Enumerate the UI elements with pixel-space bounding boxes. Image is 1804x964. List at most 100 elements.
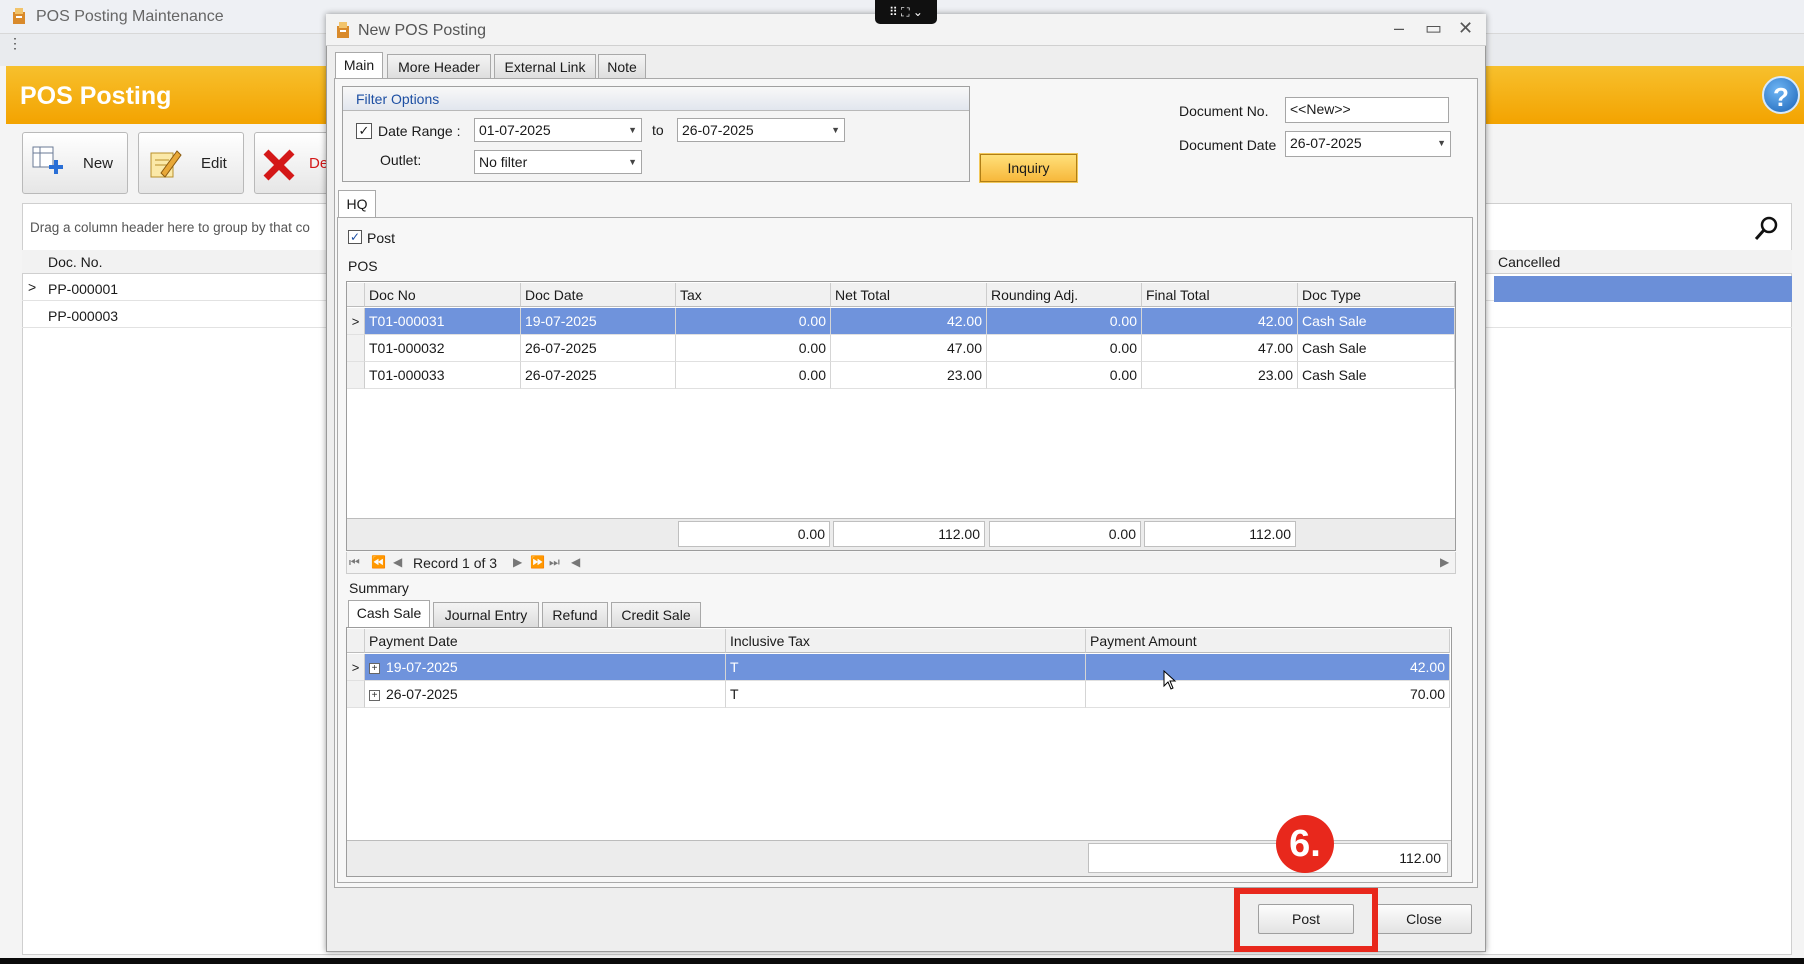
net-total-cell[interactable]: 23.00 xyxy=(831,362,987,389)
row-indicator-header xyxy=(347,283,365,307)
column-cancelled[interactable]: Cancelled xyxy=(1498,254,1560,270)
outlet-select[interactable]: No filter ▼ xyxy=(474,150,642,174)
payment-amount-cell[interactable]: 42.00 xyxy=(1086,654,1450,681)
tab-journal-entry[interactable]: Journal Entry xyxy=(433,602,539,628)
net-total-cell[interactable]: 47.00 xyxy=(831,335,987,362)
doc-type-cell[interactable]: Cash Sale xyxy=(1298,308,1455,335)
doc-no-cell[interactable]: T01-000032 xyxy=(365,335,521,362)
net-total-cell[interactable]: 42.00 xyxy=(831,308,987,335)
tab-credit-sale[interactable]: Credit Sale xyxy=(611,602,701,628)
column-payment-date[interactable]: Payment Date xyxy=(365,629,726,653)
chevron-down-icon[interactable]: ▼ xyxy=(628,119,637,141)
document-no-label: Document No. xyxy=(1179,103,1269,119)
row-indicator-icon: > xyxy=(347,654,365,681)
mouse-cursor-icon xyxy=(1163,670,1177,690)
column-net-total[interactable]: Net Total xyxy=(831,283,987,307)
rounding-cell[interactable]: 0.00 xyxy=(987,362,1142,389)
rounding-cell[interactable]: 0.00 xyxy=(987,308,1142,335)
doc-no-cell[interactable]: T01-000031 xyxy=(365,308,521,335)
minimize-icon[interactable]: – xyxy=(1394,18,1404,39)
tax-cell[interactable]: 0.00 xyxy=(676,335,831,362)
doc-date-cell[interactable]: 26-07-2025 xyxy=(521,362,676,389)
column-doc-type[interactable]: Doc Type xyxy=(1298,283,1455,307)
doc-no-cell[interactable]: PP-000003 xyxy=(48,308,118,324)
chevron-down-icon[interactable]: ▼ xyxy=(1437,132,1446,154)
chevron-down-icon[interactable]: ▼ xyxy=(831,119,840,141)
tab-note[interactable]: Note xyxy=(598,54,646,80)
column-payment-amount[interactable]: Payment Amount xyxy=(1086,629,1450,653)
scroll-right-icon[interactable]: ▶ xyxy=(1440,555,1449,569)
final-total-cell[interactable]: 23.00 xyxy=(1142,362,1298,389)
inclusive-tax-cell[interactable]: T xyxy=(726,681,1086,708)
column-final-total[interactable]: Final Total xyxy=(1142,283,1298,307)
scroll-left-icon[interactable]: ◀ xyxy=(571,555,580,569)
close-button[interactable]: Close xyxy=(1376,904,1472,934)
row-indicator-header xyxy=(347,629,365,653)
next-page-icon[interactable]: ⏩ xyxy=(530,555,545,569)
close-icon[interactable]: ✕ xyxy=(1458,18,1473,39)
pos-section-label: POS xyxy=(348,258,378,274)
prev-page-icon[interactable]: ⏪ xyxy=(371,555,386,569)
new-button[interactable]: New xyxy=(22,132,128,194)
date-from-field[interactable]: 01-07-2025 ▼ xyxy=(474,118,642,142)
doc-no-cell[interactable]: PP-000001 xyxy=(48,281,118,297)
column-doc-no[interactable]: Doc No xyxy=(365,283,521,307)
expand-icon[interactable]: + xyxy=(369,689,380,701)
outlet-value: No filter xyxy=(479,154,528,170)
tab-hq[interactable]: HQ xyxy=(338,190,376,218)
tab-main[interactable]: Main xyxy=(335,52,383,80)
tax-total: 0.00 xyxy=(678,521,830,547)
column-tax[interactable]: Tax xyxy=(676,283,831,307)
doc-type-cell[interactable]: Cash Sale xyxy=(1298,335,1455,362)
tab-more-header[interactable]: More Header xyxy=(387,54,491,80)
inclusive-tax-cell[interactable]: T xyxy=(726,654,1086,681)
prev-record-icon[interactable]: ◀ xyxy=(393,555,402,569)
last-record-icon[interactable]: ⏭ xyxy=(549,555,560,570)
column-doc-no[interactable]: Doc. No. xyxy=(48,254,102,270)
maximize-icon[interactable]: ▭ xyxy=(1425,18,1442,39)
document-no-field[interactable]: <<New>> xyxy=(1285,97,1449,123)
help-icon[interactable]: ? xyxy=(1762,76,1800,114)
first-record-icon[interactable]: ⏮ xyxy=(349,555,360,570)
payment-date-cell[interactable]: +26-07-2025 xyxy=(365,681,726,708)
date-range-checkbox[interactable]: ✓ xyxy=(356,123,372,139)
to-label: to xyxy=(652,122,664,138)
column-doc-date[interactable]: Doc Date xyxy=(521,283,676,307)
doc-date-cell[interactable]: 19-07-2025 xyxy=(521,308,676,335)
column-rounding-adj[interactable]: Rounding Adj. xyxy=(987,283,1142,307)
edit-button[interactable]: Edit xyxy=(138,132,244,194)
rounding-cell[interactable]: 0.00 xyxy=(987,335,1142,362)
document-date-field[interactable]: 26-07-2025 ▼ xyxy=(1285,131,1451,157)
next-record-icon[interactable]: ▶ xyxy=(513,555,522,569)
doc-date-cell[interactable]: 26-07-2025 xyxy=(521,335,676,362)
new-doc-icon xyxy=(32,146,63,174)
tax-cell[interactable]: 0.00 xyxy=(676,308,831,335)
screen-capture-widget[interactable]: ⠿ ⛶ ⌄ xyxy=(875,0,937,24)
search-icon[interactable] xyxy=(1753,214,1781,242)
payment-date-cell[interactable]: +19-07-2025 xyxy=(365,654,726,681)
final-total-cell[interactable]: 42.00 xyxy=(1142,308,1298,335)
date-from-value: 01-07-2025 xyxy=(479,122,551,138)
tab-cash-sale[interactable]: Cash Sale xyxy=(348,600,430,628)
delete-button[interactable]: De xyxy=(254,132,334,194)
payment-date-value: 19-07-2025 xyxy=(386,659,458,675)
doc-type-cell[interactable]: Cash Sale xyxy=(1298,362,1455,389)
tax-cell[interactable]: 0.00 xyxy=(676,362,831,389)
doc-no-cell[interactable]: T01-000033 xyxy=(365,362,521,389)
group-by-hint: Drag a column header here to group by th… xyxy=(30,220,310,235)
column-inclusive-tax[interactable]: Inclusive Tax xyxy=(726,629,1086,653)
tab-refund[interactable]: Refund xyxy=(542,602,608,628)
expand-icon[interactable]: + xyxy=(369,662,380,674)
inquiry-button[interactable]: Inquiry xyxy=(979,153,1078,183)
tab-external-link[interactable]: External Link xyxy=(494,54,596,80)
app-icon xyxy=(337,22,349,38)
post-checkbox[interactable]: ✓ xyxy=(348,230,362,244)
final-total-cell[interactable]: 47.00 xyxy=(1142,335,1298,362)
edit-label: Edit xyxy=(201,155,227,172)
date-to-field[interactable]: 26-07-2025 ▼ xyxy=(677,118,845,142)
outlet-label: Outlet: xyxy=(380,152,422,168)
chevron-down-icon[interactable]: ▼ xyxy=(628,151,637,173)
payment-amount-cell[interactable]: 70.00 xyxy=(1086,681,1450,708)
grip-icon[interactable]: ⋮ xyxy=(8,36,22,60)
filter-options-title: Filter Options xyxy=(356,91,440,107)
